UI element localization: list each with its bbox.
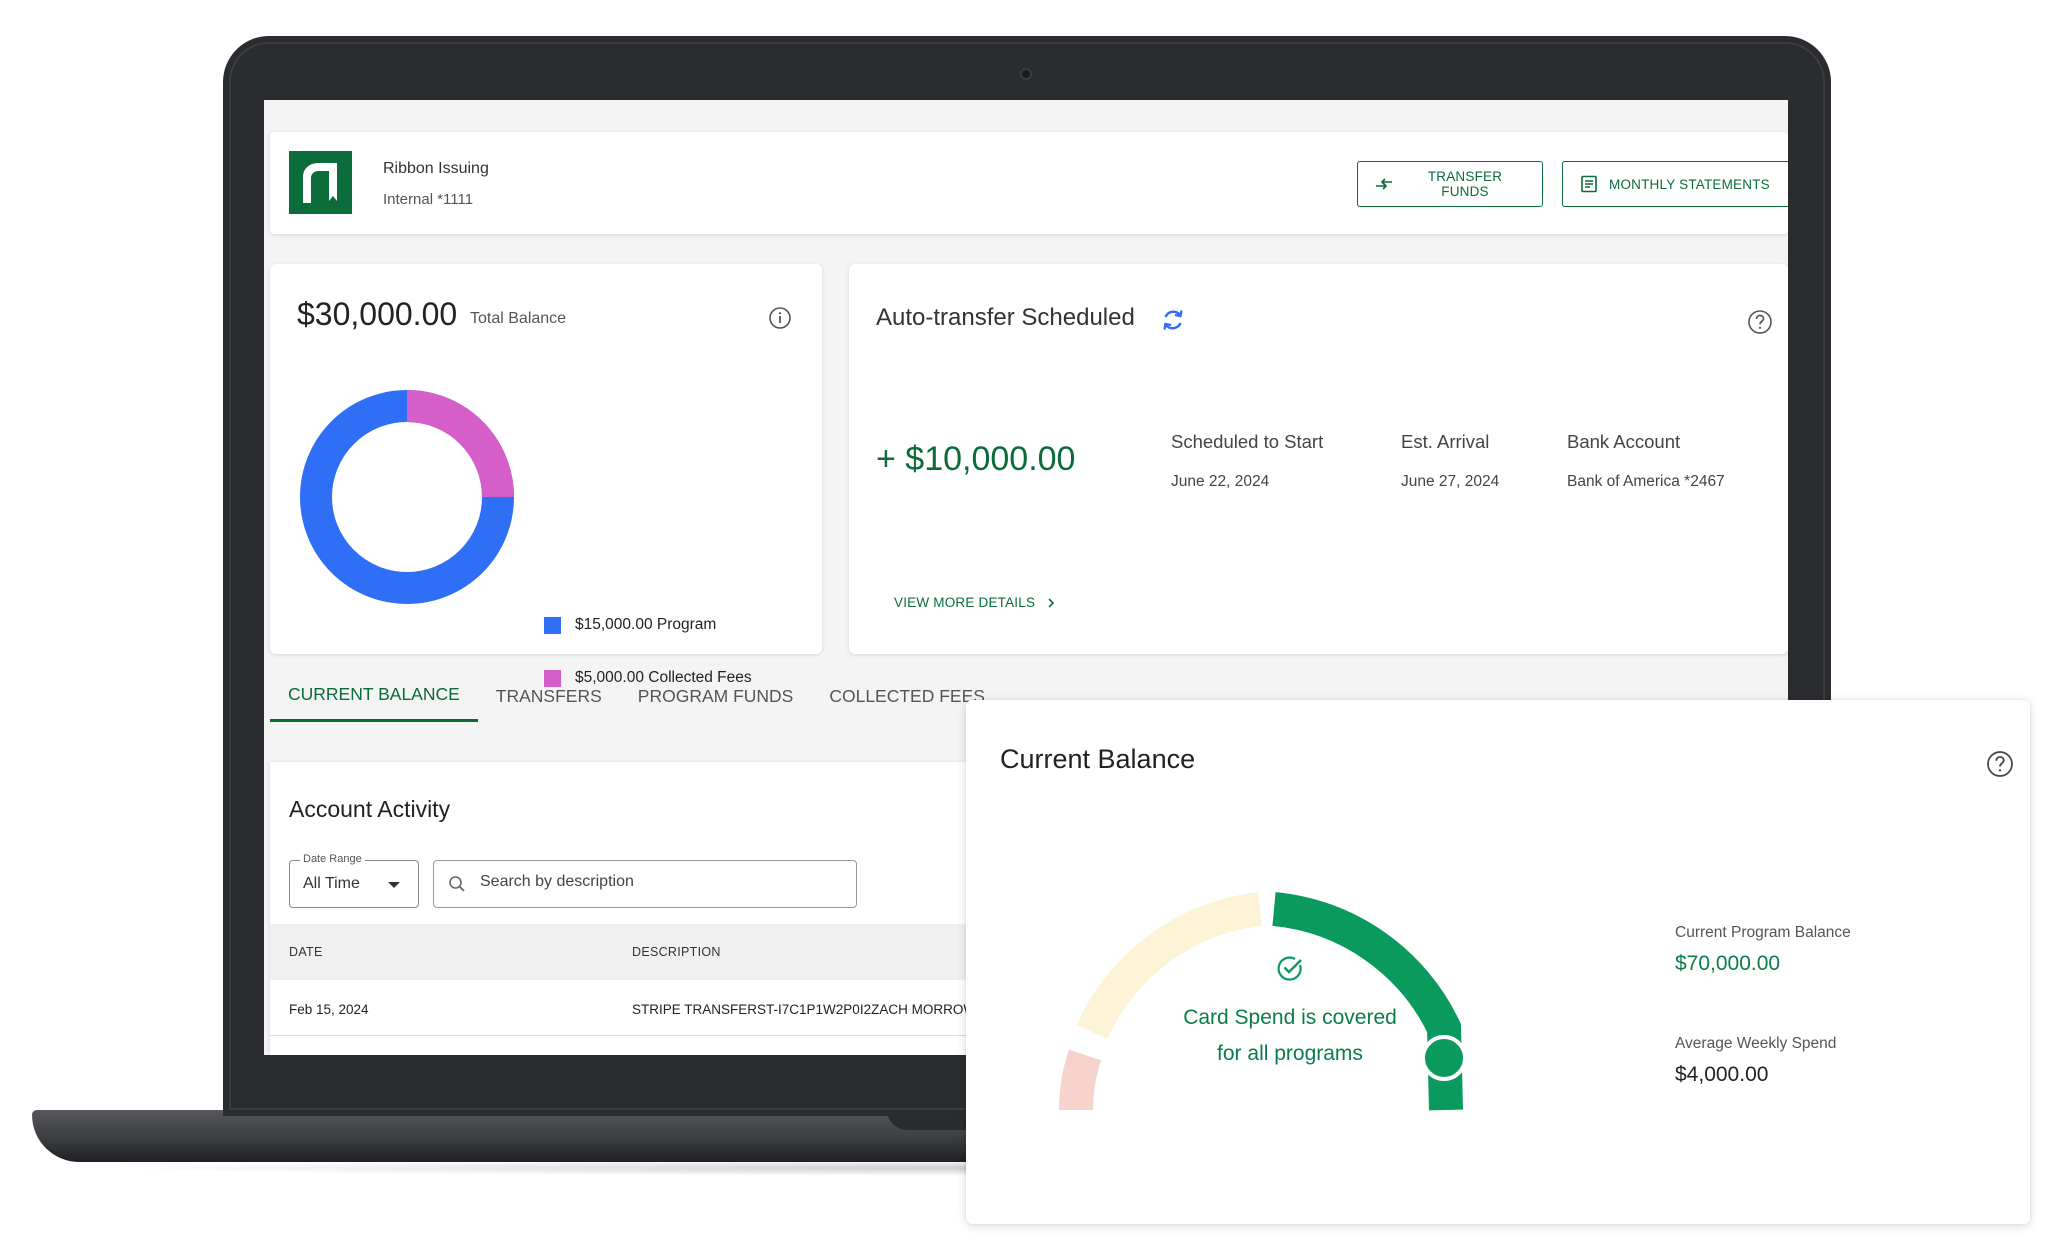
transfer-funds-button[interactable]: TRANSFER FUNDS xyxy=(1357,161,1543,207)
sync-icon xyxy=(1163,310,1183,330)
legend-swatch-program xyxy=(544,616,561,634)
account-header: Ribbon Issuing Internal *1111 TRANSFER F… xyxy=(270,132,1788,234)
document-icon xyxy=(1581,175,1597,193)
chevron-right-icon xyxy=(1048,597,1055,608)
bank-account-value: Bank of America *2467 xyxy=(1567,473,1725,490)
monthly-statements-button[interactable]: MONTHLY STATEMENTS xyxy=(1562,161,1788,207)
date-range-select[interactable]: Date Range All Time xyxy=(289,853,419,908)
bank-account-label: Bank Account xyxy=(1567,431,1681,452)
gauge-low-segment xyxy=(1059,1049,1102,1111)
row-date: Feb 15, 2024 xyxy=(289,1002,369,1017)
coverage-status-line1: Card Spend is covered xyxy=(1183,1006,1397,1029)
transfer-icon xyxy=(1376,178,1392,190)
search-icon xyxy=(449,876,465,892)
weekly-spend-label: Average Weekly Spend xyxy=(1675,1035,1837,1052)
program-balance-label: Current Program Balance xyxy=(1675,924,1851,941)
current-balance-card: Current Balance Card Spend is covered fo… xyxy=(966,700,2030,1224)
row-description: STRIPE TRANSFERST-I7C1P1W2P0I2ZACH MORRO… xyxy=(632,1002,977,1017)
tab-transfers[interactable]: TRANSFERS xyxy=(478,670,620,722)
search-input[interactable] xyxy=(480,873,840,891)
view-more-details-label: VIEW MORE DETAILS xyxy=(894,595,1036,610)
auto-transfer-amount: + $10,000.00 xyxy=(876,440,1076,478)
tab-current-balance[interactable]: CURRENT BALANCE xyxy=(270,670,478,722)
coverage-status: Card Spend is covered for all programs xyxy=(1140,1000,1440,1072)
tab-program-funds[interactable]: PROGRAM FUNDS xyxy=(620,670,812,722)
caret-down-icon xyxy=(388,882,400,888)
scheduled-start-label: Scheduled to Start xyxy=(1171,431,1324,452)
total-balance-amount: $30,000.00 xyxy=(297,296,458,332)
total-balance-card: $30,000.00 Total Balance $15,000.00 Prog… xyxy=(270,264,822,687)
balance-donut-chart xyxy=(300,390,514,604)
help-icon[interactable] xyxy=(1747,309,1773,335)
coverage-gauge xyxy=(1059,892,1467,1111)
estimated-arrival: Est. Arrival June 27, 2024 xyxy=(1401,431,1499,491)
search-box xyxy=(433,860,857,908)
account-activity-title: Account Activity xyxy=(289,796,451,822)
column-header-description: DESCRIPTION xyxy=(632,945,721,959)
bank-account: Bank Account Bank of America *2467 xyxy=(1567,431,1725,491)
program-balance-metric: Current Program Balance $70,000.00 xyxy=(1675,924,1851,976)
legend-program: $15,000.00 Program xyxy=(544,616,716,634)
total-balance-label: Total Balance xyxy=(470,310,567,327)
estimated-arrival-label: Est. Arrival xyxy=(1401,431,1490,452)
camera xyxy=(1020,68,1032,80)
current-balance-title: Current Balance xyxy=(1000,744,1196,774)
weekly-spend-value: $4,000.00 xyxy=(1675,1063,1769,1086)
info-icon[interactable] xyxy=(768,306,792,330)
weekly-spend-metric: Average Weekly Spend $4,000.00 xyxy=(1675,1035,1836,1087)
estimated-arrival-value: June 27, 2024 xyxy=(1401,473,1500,490)
scheduled-start: Scheduled to Start June 22, 2024 xyxy=(1171,431,1323,491)
program-balance-value: $70,000.00 xyxy=(1675,952,1781,975)
check-circle-icon xyxy=(1277,956,1302,981)
date-range-label: Date Range xyxy=(300,853,365,865)
ribbon-logo xyxy=(289,151,352,214)
monthly-statements-label: MONTHLY STATEMENTS xyxy=(1609,176,1770,192)
account-label: Internal *1111 xyxy=(383,191,474,208)
view-more-details-link[interactable]: VIEW MORE DETAILS xyxy=(894,595,1055,610)
transfer-funds-label: TRANSFER FUNDS xyxy=(1427,169,1503,199)
column-header-date: DATE xyxy=(289,945,323,959)
auto-transfer-card: Auto-transfer Scheduled + $10,000.00 Sch… xyxy=(849,264,1788,654)
date-range-value: All Time xyxy=(303,875,360,892)
auto-transfer-title: Auto-transfer Scheduled xyxy=(876,304,1135,331)
org-name: Ribbon Issuing xyxy=(383,160,489,177)
scheduled-start-value: June 22, 2024 xyxy=(1171,473,1270,490)
balance-tabs: CURRENT BALANCE TRANSFERS PROGRAM FUNDS … xyxy=(270,670,1003,722)
legend-program-label: $15,000.00 Program xyxy=(575,616,717,633)
coverage-status-line2: for all programs xyxy=(1217,1042,1363,1065)
help-icon[interactable] xyxy=(1986,750,2014,778)
